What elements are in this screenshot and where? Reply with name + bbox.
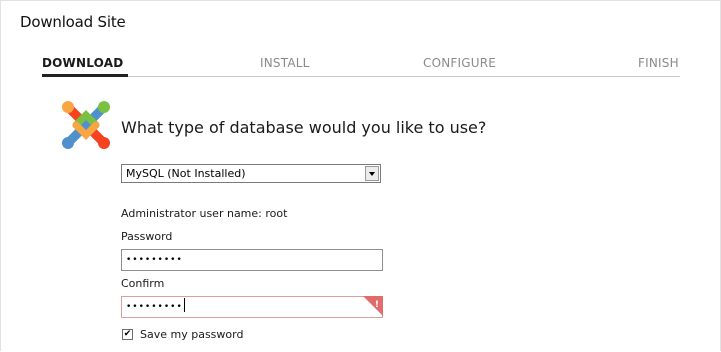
chevron-down-icon[interactable] <box>365 166 379 181</box>
confirm-label: Confirm <box>121 277 165 290</box>
step-download: DOWNLOAD <box>42 56 124 70</box>
password-label: Password <box>121 230 173 243</box>
admin-username-text: Administrator user name: root <box>121 207 288 220</box>
save-password-checkbox[interactable]: ✔ <box>122 329 133 340</box>
error-exclamation-icon: ! <box>374 300 380 310</box>
text-caret <box>183 298 185 312</box>
wizard-steps: DOWNLOAD INSTALL CONFIGURE FINISH <box>42 56 680 78</box>
database-question: What type of database would you like to … <box>121 118 487 137</box>
confirm-value: ••••••••• <box>126 302 183 312</box>
steps-divider <box>42 76 680 77</box>
error-flag-icon <box>363 296 383 316</box>
database-type-select[interactable]: MySQL (Not Installed) <box>121 164 381 183</box>
step-configure: CONFIGURE <box>423 56 497 70</box>
check-mark-icon: ✔ <box>123 329 132 339</box>
save-password-label[interactable]: Save my password <box>140 328 243 341</box>
step-finish: FINISH <box>638 56 679 70</box>
database-type-value: MySQL (Not Installed) <box>126 167 246 180</box>
confirm-password-field[interactable]: ••••••••• ! <box>121 296 383 318</box>
password-field[interactable]: ••••••••• <box>121 249 383 271</box>
joomla-logo-icon <box>62 101 110 149</box>
page-title: Download Site <box>20 13 126 31</box>
step-install: INSTALL <box>260 56 310 70</box>
active-step-indicator <box>42 74 128 77</box>
password-value: ••••••••• <box>126 255 183 265</box>
